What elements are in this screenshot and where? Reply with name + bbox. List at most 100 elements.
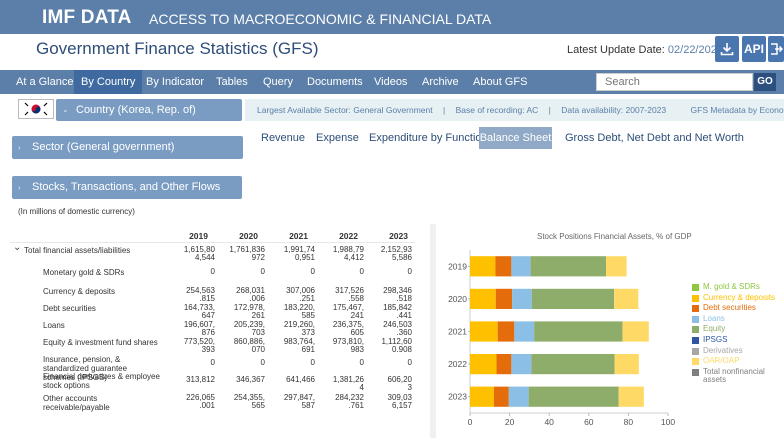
chart-legend: M. gold & SDRs Currency & deposits Debt se… xyxy=(692,283,781,383)
login-button[interactable] xyxy=(768,36,784,62)
chart-title: Stock Positions Financial Assets, % of G… xyxy=(537,232,692,241)
table-cell: 0 xyxy=(210,358,215,367)
table-cell: 254,563.815 xyxy=(186,286,215,303)
table-cell: 307,006.251 xyxy=(286,286,315,303)
table-cell: 773,520, 393 xyxy=(183,337,215,354)
row-label: Financial derivatives & employee stock o… xyxy=(43,372,160,390)
download-button[interactable] xyxy=(715,36,739,62)
legend-item[interactable]: Total nonfinancial assets xyxy=(692,367,781,383)
expand-chevron-icon[interactable]: ⌄ xyxy=(13,242,21,253)
row-label: Other accounts receivable/payable xyxy=(43,394,110,412)
sector-selector-label: Sector (General government) xyxy=(32,141,175,153)
table-cell: 0 xyxy=(359,358,364,367)
legend-swatch xyxy=(692,347,699,355)
top-banner: IMF DATA ACCESS TO MACROECONOMIC & FINAN… xyxy=(0,0,784,34)
largest-sector: Largest Available Sector: General Govern… xyxy=(257,105,433,115)
row-label: Equity & investment fund shares xyxy=(43,338,158,347)
table-cell: 0 xyxy=(210,267,215,276)
table-cell: 185,842.441 xyxy=(383,303,412,320)
units-note: (In millions of domestic currency) xyxy=(18,207,135,216)
legend-label: Derivatives xyxy=(703,345,743,355)
nav-tables[interactable]: Tables xyxy=(209,70,255,94)
table-cell: 1,381,26 4 xyxy=(332,375,364,392)
nav-by-indicator[interactable]: By Indicator xyxy=(139,70,211,94)
year-header: 2019 xyxy=(189,231,208,241)
tab-balance-sheet[interactable]: Balance Sheet xyxy=(479,127,552,149)
tab-gross-debt[interactable]: Gross Debt, Net Debt and Net Worth xyxy=(559,127,750,149)
imf-data-logo[interactable]: IMF DATA xyxy=(42,7,132,29)
nav-at-a-glance[interactable]: At a Glance xyxy=(9,70,80,94)
table-cell: 317,526.558 xyxy=(335,286,364,303)
table-cell: 2,152,93 5,586 xyxy=(380,245,412,262)
table-cell: 0 xyxy=(359,267,364,276)
year-header: 2022 xyxy=(339,231,358,241)
search-go-button[interactable]: GO xyxy=(754,73,776,91)
legend-swatch xyxy=(692,305,699,313)
table-cell: 284,232.761 xyxy=(335,393,364,410)
row-label: Debt securities xyxy=(43,304,96,313)
table-cell: 973,810, 983 xyxy=(332,337,364,354)
table-cell: 1,112,60 0.908 xyxy=(381,337,412,354)
table-cell: 236,375, 605 xyxy=(332,320,364,337)
table-cell: 0 xyxy=(310,267,315,276)
data-availability: Data availability: 2007-2023 xyxy=(561,105,667,115)
download-icon xyxy=(720,43,734,56)
nav-by-country[interactable]: By Country xyxy=(74,70,143,94)
year-header: 2020 xyxy=(239,231,258,241)
nav-videos[interactable]: Videos xyxy=(367,70,414,94)
year-header: 2023 xyxy=(389,231,408,241)
legend-swatch xyxy=(692,294,699,302)
table-cell: 1,988,79 4,412 xyxy=(332,245,364,262)
nav-documents[interactable]: Documents xyxy=(300,70,370,94)
tab-revenue[interactable]: Revenue xyxy=(255,127,311,149)
table-divider xyxy=(10,242,415,243)
nav-archive[interactable]: Archive xyxy=(415,70,466,94)
sector-selector[interactable]: › Sector (General government) xyxy=(12,136,243,159)
table-cell: 219,260, 373 xyxy=(283,320,315,337)
country-selector[interactable]: ⌄ Country (Korea, Rep. of) xyxy=(56,99,242,121)
update-label: Latest Update Date: xyxy=(567,44,665,56)
api-button[interactable]: API xyxy=(742,36,766,62)
year-header: 2021 xyxy=(289,231,308,241)
legend-label: Equity xyxy=(703,324,726,334)
legend-swatch xyxy=(692,336,699,344)
chevron-right-icon: › xyxy=(18,143,21,152)
flows-selector[interactable]: › Stocks, Transactions, and Other Flows … xyxy=(12,176,242,216)
tab-expense[interactable]: Expense xyxy=(310,127,365,149)
table-cell: 983,764, 691 xyxy=(283,337,315,354)
legend-swatch xyxy=(692,284,699,291)
legend-swatch xyxy=(692,315,699,323)
legend-item[interactable]: M. gold & SDRs xyxy=(692,283,781,294)
table-cell: 860,886, 070 xyxy=(233,337,265,354)
table-cell: 226,065.001 xyxy=(186,393,215,410)
table-cell: 183,220, 585 xyxy=(283,303,315,320)
gfs-metadata-link[interactable]: GFS Metadata by Economy xyxy=(691,105,784,115)
table-cell: 1,761,836 972 xyxy=(229,245,265,262)
legend-label: Currency & deposits xyxy=(703,292,776,302)
legend-item[interactable]: IPSGS xyxy=(692,335,781,347)
site-tagline: ACCESS TO MACROECONOMIC & FINANCIAL DATA xyxy=(149,11,492,27)
table-cell: 172,978, 261 xyxy=(233,303,265,320)
country-info-strip: Largest Available Sector: General Govern… xyxy=(245,99,784,121)
table-cell: 298,346.518 xyxy=(383,286,412,303)
nav-query[interactable]: Query xyxy=(256,70,300,94)
chevron-right-icon: › xyxy=(18,183,21,192)
table-cell: 0 xyxy=(260,358,265,367)
table-cell: 297,847, 587 xyxy=(283,393,315,410)
legend-swatch xyxy=(692,358,699,366)
table-cell: 346,367 xyxy=(236,375,265,384)
table-cell: 309,03 6,157 xyxy=(387,393,412,410)
search-input[interactable] xyxy=(596,73,753,91)
table-cell: 175,467, 241 xyxy=(332,303,364,320)
table-cell: 246,503.360 xyxy=(383,320,412,337)
table-cell: 641,466 xyxy=(286,375,315,384)
table-cell: 164,733, 647 xyxy=(183,303,215,320)
legend-swatch xyxy=(692,368,699,376)
table-cell: 205,239, 703 xyxy=(233,320,265,337)
row-label: Loans xyxy=(43,321,65,330)
nav-about-gfs[interactable]: About GFS xyxy=(466,70,534,94)
table-cell: 0 xyxy=(407,358,412,367)
korea-flag-icon xyxy=(18,99,54,119)
sign-in-icon xyxy=(771,43,784,55)
table-cell: 313,812 xyxy=(186,375,215,384)
